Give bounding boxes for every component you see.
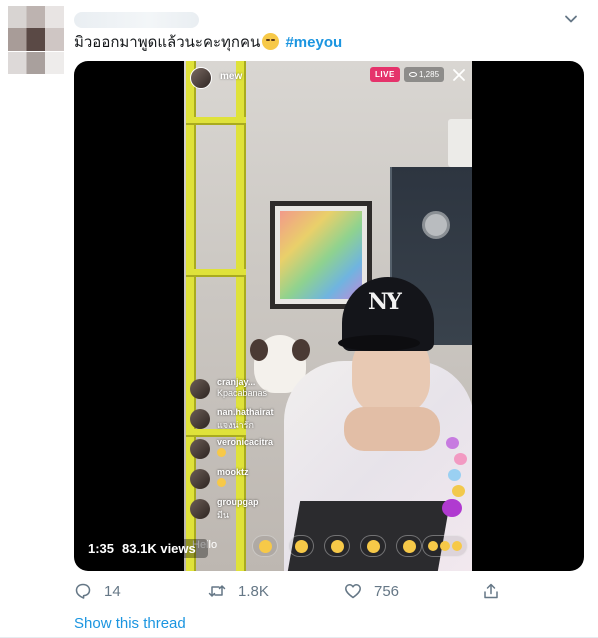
streamer-username: mew bbox=[220, 71, 243, 82]
comment-user: cranjay... bbox=[217, 377, 256, 387]
ladder-rung bbox=[186, 117, 246, 125]
comment-avatar bbox=[190, 409, 210, 429]
heart-icon bbox=[345, 584, 361, 599]
reply-button[interactable]: 14 bbox=[74, 580, 121, 602]
comment-emoji bbox=[217, 448, 226, 459]
emoji-icon bbox=[217, 478, 226, 487]
floating-heart-icon bbox=[442, 499, 462, 517]
floating-heart-icon bbox=[452, 485, 465, 497]
share-icon bbox=[484, 583, 498, 599]
comment-item: cranjay... Kpacabanas bbox=[190, 377, 310, 407]
video-duration: 1:35 bbox=[88, 541, 115, 556]
retweet-button[interactable]: 1.8K bbox=[208, 580, 269, 602]
streamer-avatar bbox=[190, 67, 212, 89]
like-count: 756 bbox=[374, 582, 400, 600]
hashtag-link[interactable]: #meyou bbox=[285, 34, 342, 51]
comment-emoji bbox=[217, 478, 226, 489]
floating-heart-icon bbox=[454, 453, 467, 465]
comment-item: mooktz bbox=[190, 467, 310, 497]
retweet-count: 1.8K bbox=[238, 582, 269, 600]
comment-user: nan.hathairat bbox=[217, 407, 274, 417]
reaction-icon bbox=[396, 535, 422, 557]
reaction-icon bbox=[422, 535, 468, 557]
person-hands bbox=[344, 407, 440, 451]
video-player[interactable]: NY mew LIVE 1,285 cranjay... Kpacabanas … bbox=[74, 61, 584, 571]
close-icon bbox=[453, 69, 465, 81]
comment-item: groupgap มีน bbox=[190, 497, 310, 527]
wall-speaker bbox=[422, 211, 450, 239]
emoji-icon bbox=[217, 448, 226, 457]
comment-avatar bbox=[190, 469, 210, 489]
tweet-text: มิวออกมาพูดแล้วนะคะทุกคน #meyou bbox=[74, 33, 342, 53]
share-button[interactable] bbox=[482, 580, 512, 602]
ladder-rung bbox=[186, 269, 246, 277]
floating-heart-icon bbox=[446, 437, 459, 449]
comment-text: แจงน่ารัก bbox=[217, 420, 254, 430]
reply-count: 14 bbox=[104, 582, 121, 600]
tweet: มิวออกมาพูดแล้วนะคะทุกคน #meyou NY mew L… bbox=[0, 0, 598, 638]
comment-item: nan.hathairat แจงน่ารัก bbox=[190, 407, 310, 437]
video-views: 83.1K views bbox=[122, 541, 196, 556]
viewer-count: 1,285 bbox=[419, 70, 440, 79]
comment-user: groupgap bbox=[217, 497, 259, 507]
reaction-icon bbox=[360, 535, 386, 557]
reaction-icon bbox=[324, 535, 350, 557]
stream-composer-bar: Hello bbox=[184, 533, 472, 563]
comment-user: veronicacitra bbox=[217, 437, 274, 447]
comment-text: Kpacabanas bbox=[217, 388, 268, 398]
air-conditioner bbox=[448, 119, 472, 167]
cap-logo: NY bbox=[368, 289, 402, 315]
author-name-redacted[interactable] bbox=[74, 12, 199, 28]
floating-heart-icon bbox=[448, 469, 461, 481]
eye-icon bbox=[409, 72, 417, 77]
retweet-icon bbox=[208, 585, 226, 597]
comment-user: mooktz bbox=[217, 467, 249, 477]
tweet-actions: 14 1.8K 756 bbox=[74, 580, 504, 602]
viewer-count-badge: 1,285 bbox=[404, 67, 445, 82]
smiling-face-emoji-icon bbox=[262, 33, 280, 50]
chevron-down-icon[interactable] bbox=[562, 10, 580, 28]
reply-icon bbox=[75, 583, 91, 599]
comment-item: veronicacitra bbox=[190, 437, 310, 467]
reaction-icon bbox=[288, 535, 314, 557]
reaction-icon bbox=[252, 535, 278, 557]
comment-avatar bbox=[190, 439, 210, 459]
comment-text: มีน bbox=[217, 510, 230, 520]
live-badge: LIVE bbox=[370, 67, 400, 82]
show-thread-link[interactable]: Show this thread bbox=[74, 615, 186, 632]
comment-avatar bbox=[190, 499, 210, 519]
author-avatar[interactable] bbox=[8, 6, 64, 74]
cap-brim bbox=[338, 335, 420, 351]
comment-avatar bbox=[190, 379, 210, 399]
tweet-body-text: มิวออกมาพูดแล้วนะคะทุกคน bbox=[74, 34, 261, 51]
video-stats-overlay: 1:35 83.1K views bbox=[84, 539, 208, 558]
like-button[interactable]: 756 bbox=[344, 580, 399, 602]
